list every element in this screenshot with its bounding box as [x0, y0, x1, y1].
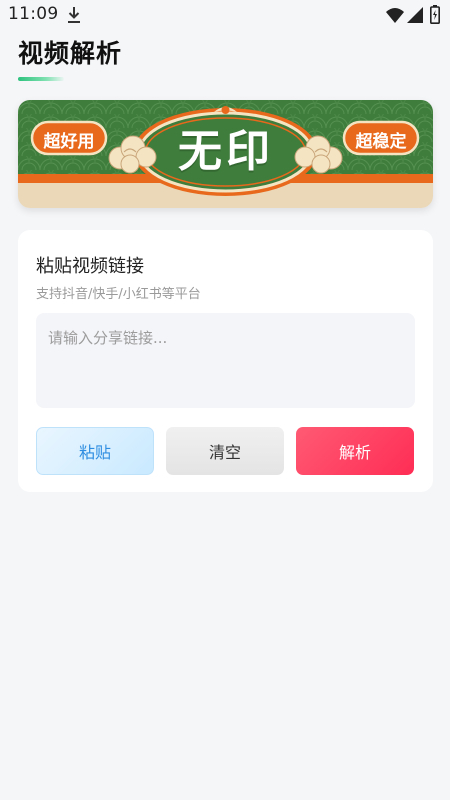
parse-button[interactable]: 解析 — [296, 427, 414, 475]
download-icon — [68, 7, 80, 23]
link-input-card: 粘贴视频链接 支持抖音/快手/小红书等平台 粘贴 清空 解析 — [18, 230, 433, 492]
status-bar: 11:09 — [0, 0, 450, 30]
share-link-input[interactable] — [36, 313, 415, 408]
wifi-icon — [386, 8, 404, 23]
banner-center-title: 无印 — [178, 126, 274, 177]
card-title: 粘贴视频链接 — [36, 256, 144, 277]
card-subtitle: 支持抖音/快手/小红书等平台 — [36, 287, 201, 302]
clear-button[interactable]: 清空 — [166, 427, 284, 475]
signal-icon — [407, 7, 423, 23]
banner-badge-left: 超好用 — [43, 132, 95, 152]
status-time: 11:09 — [8, 4, 59, 24]
banner[interactable]: 超好用 无印 超稳定 — [18, 100, 433, 208]
paste-button[interactable]: 粘贴 — [36, 427, 154, 475]
page-title: 视频解析 — [18, 39, 123, 68]
title-underline — [18, 77, 64, 81]
battery-icon — [430, 5, 440, 24]
banner-badge-right: 超稳定 — [355, 132, 407, 152]
